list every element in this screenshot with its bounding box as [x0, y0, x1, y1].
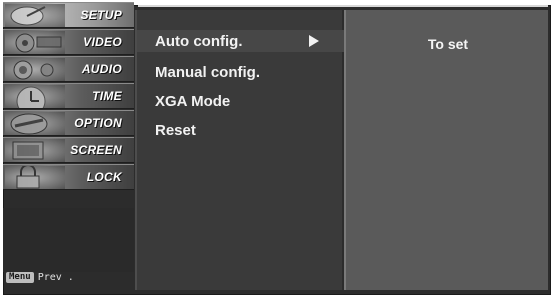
- top-divider: [138, 5, 548, 7]
- arrow-right-icon: [309, 35, 319, 47]
- menu-item-xga-mode[interactable]: XGA Mode: [137, 90, 344, 112]
- menu-key-icon: Menu: [6, 271, 34, 283]
- speaker-icon: [5, 58, 65, 81]
- screen-icon: [5, 139, 65, 162]
- menu-item-manual-config[interactable]: Manual config.: [137, 61, 344, 83]
- sidebar-item-label: SETUP: [80, 8, 122, 22]
- prev-label: Prev .: [37, 271, 74, 283]
- footer-hint: Menu Prev .: [6, 270, 74, 284]
- film-reel-icon: [5, 31, 65, 54]
- lock-icon: [5, 166, 65, 189]
- option-badge-icon: [5, 112, 65, 135]
- sidebar-item-option[interactable]: OPTION: [3, 110, 134, 136]
- sidebar-item-video[interactable]: VIDEO: [3, 29, 134, 55]
- sidebar-item-label: TIME: [92, 89, 122, 103]
- menu-item-label: Auto config.: [155, 33, 243, 50]
- menu-item-auto-config[interactable]: Auto config.: [137, 30, 344, 52]
- sidebar-item-setup[interactable]: SETUP: [3, 2, 134, 28]
- sidebar-item-time[interactable]: TIME: [3, 83, 134, 109]
- submenu-column: Auto config. Manual config. XGA Mode Res…: [135, 10, 344, 290]
- clock-icon: [5, 85, 65, 108]
- menu-item-reset[interactable]: Reset: [137, 119, 344, 141]
- menu-item-label: Reset: [155, 122, 196, 139]
- detail-panel: To set: [344, 10, 548, 290]
- sidebar-item-audio[interactable]: AUDIO: [3, 56, 134, 82]
- sidebar-item-screen[interactable]: SCREEN: [3, 137, 134, 163]
- sidebar-item-label: SCREEN: [70, 143, 122, 157]
- sidebar-item-label: VIDEO: [83, 35, 122, 49]
- sidebar-item-label: AUDIO: [81, 62, 122, 76]
- menu-item-label: Manual config.: [155, 64, 260, 81]
- sidebar-item-label: OPTION: [74, 116, 122, 130]
- sidebar-empty-area: [3, 208, 134, 272]
- to-set-label[interactable]: To set: [346, 36, 550, 52]
- satellite-dish-icon: [5, 4, 65, 27]
- sidebar-item-label: LOCK: [86, 170, 122, 184]
- sidebar-item-lock[interactable]: LOCK: [3, 164, 134, 190]
- menu-item-label: XGA Mode: [155, 93, 231, 110]
